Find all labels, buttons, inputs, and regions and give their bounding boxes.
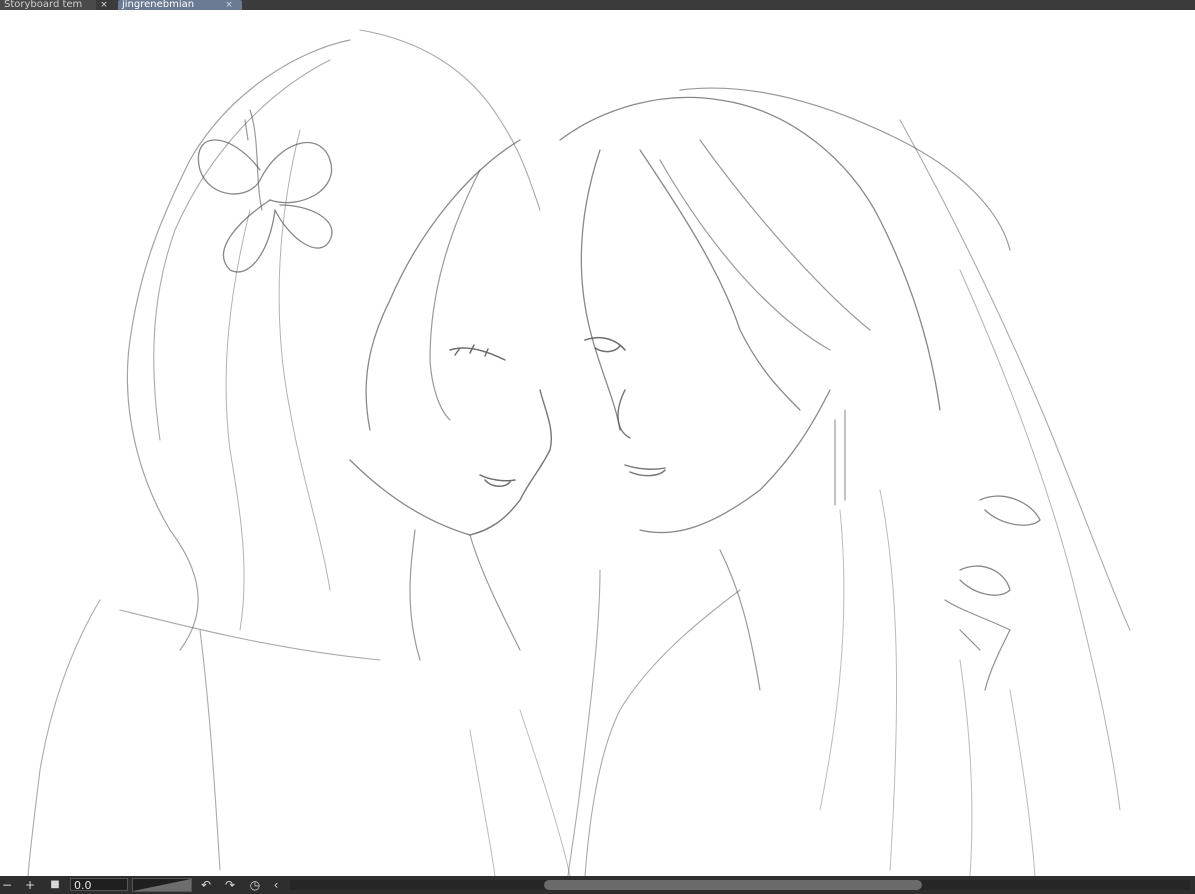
tab-storyboard[interactable]: Storyboard tem [0, 0, 96, 10]
tab-label: Storyboard tem [4, 0, 83, 10]
drawing-canvas[interactable] [0, 10, 1195, 876]
document-tab-bar: Storyboard tem × jingrenebmian × [0, 0, 1195, 10]
zoom-in-button[interactable]: + [22, 878, 38, 892]
fit-view-button[interactable]: ■ [48, 878, 62, 892]
undo-rotate-icon[interactable]: ↶ [198, 878, 214, 892]
rotation-value: 0.0 [74, 879, 92, 892]
close-icon[interactable]: × [97, 0, 111, 10]
rotation-input[interactable]: 0.0 [70, 878, 128, 892]
tab-label: jingrenebmian [122, 0, 195, 10]
collapse-icon[interactable]: ‹ [270, 878, 282, 892]
rotation-slider[interactable] [132, 878, 192, 892]
status-bar: − + ■ 0.0 ↶ ↷ ◷ ‹ [0, 876, 1195, 894]
horizontal-scrollbar[interactable] [290, 880, 1190, 890]
zoom-out-button[interactable]: − [0, 878, 14, 892]
close-icon[interactable]: × [222, 0, 236, 10]
scrollbar-thumb[interactable] [544, 880, 922, 890]
slider-fill [133, 879, 191, 891]
sketch-drawing [27, 29, 1131, 876]
reset-rotation-icon[interactable]: ◷ [247, 878, 263, 892]
redo-rotate-icon[interactable]: ↷ [222, 878, 238, 892]
